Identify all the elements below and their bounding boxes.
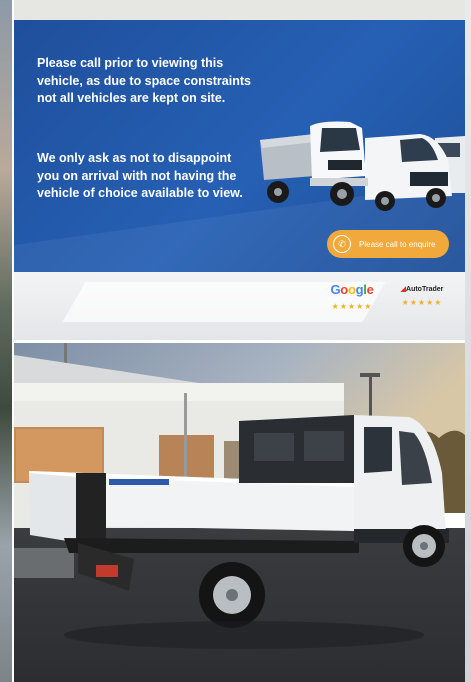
- middle-van: [365, 134, 452, 211]
- vehicle-photo: [14, 343, 465, 682]
- disappoint-notice-text: We only ask as not to disappoint you on …: [37, 151, 243, 200]
- google-review-badge: Google ★★★★★: [326, 282, 378, 311]
- google-logo: Google: [330, 282, 374, 297]
- dropside-truck-photo: [14, 343, 465, 682]
- autotrader-logo: ◢AutoTrader: [400, 286, 444, 293]
- viewing-notice-banner: Please call prior to viewing this vehicl…: [14, 0, 465, 340]
- call-to-enquire-label: Please call to enquire: [359, 239, 436, 249]
- autotrader-review-badge: ◢AutoTrader ★★★★★: [392, 282, 452, 307]
- phone-icon: ✆: [333, 235, 351, 253]
- viewing-notice-text: Please call prior to viewing this vehicl…: [37, 56, 251, 105]
- google-stars: ★★★★★: [331, 302, 373, 311]
- vans-illustration: [260, 121, 465, 211]
- adjacent-photo-right-edge: [465, 0, 471, 682]
- autotrader-stars: ★★★★★: [401, 298, 443, 307]
- kerb: [14, 548, 74, 578]
- adjacent-photo-left-edge: [0, 0, 12, 682]
- banner-blue-panel: Please call prior to viewing this vehicl…: [14, 20, 465, 272]
- banner-top-band: [14, 0, 465, 20]
- call-to-enquire-button[interactable]: ✆ Please call to enquire: [327, 230, 449, 258]
- tipper-truck: [260, 121, 368, 206]
